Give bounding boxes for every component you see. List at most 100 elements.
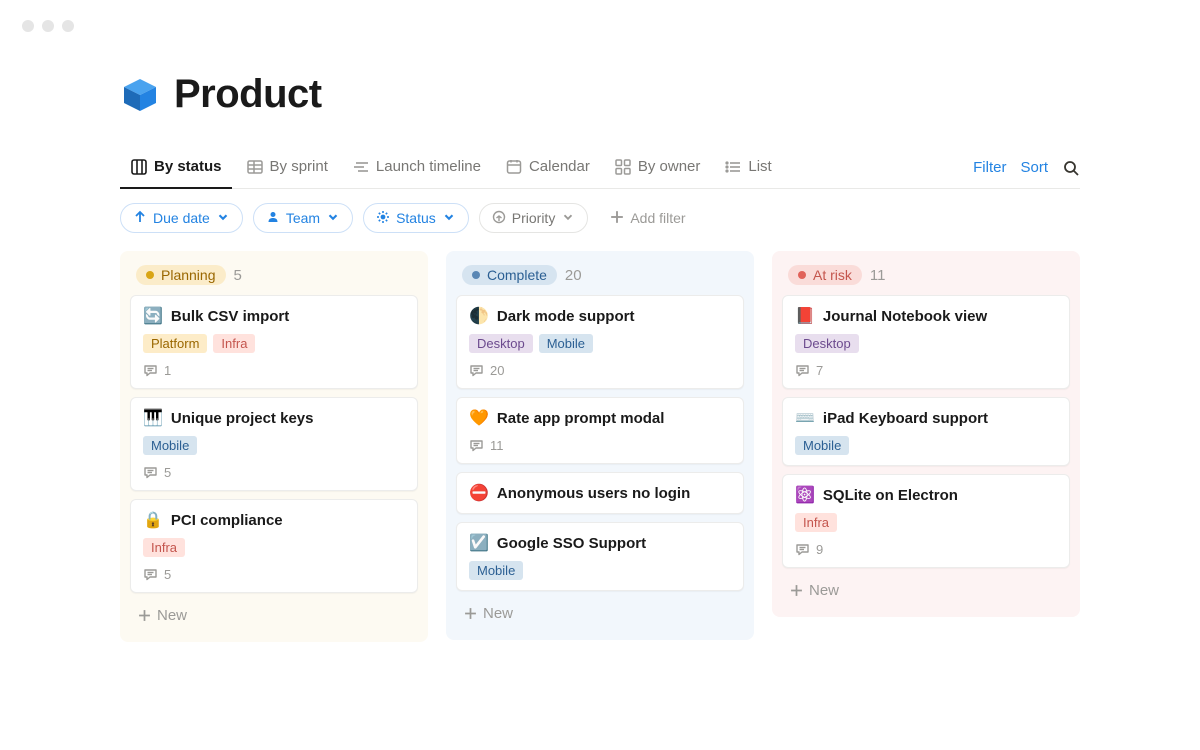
list-icon xyxy=(724,158,742,176)
filter-chip-status[interactable]: Status xyxy=(363,203,469,233)
tag: Infra xyxy=(213,334,255,353)
view-tab-calendar[interactable]: Calendar xyxy=(495,147,600,189)
views-bar: By status By sprint Launch timeline Cale… xyxy=(120,147,1080,189)
card-icon: 🔒 xyxy=(143,510,163,530)
status-spark-icon xyxy=(376,210,390,227)
card-comments[interactable]: 9 xyxy=(795,542,1057,557)
column-count: 20 xyxy=(565,267,582,284)
card-comments[interactable]: 1 xyxy=(143,363,405,378)
card-icon: 🌓 xyxy=(469,306,489,326)
new-card-button[interactable]: New xyxy=(780,576,1072,605)
card-title: SQLite on Electron xyxy=(823,487,958,504)
filter-chip-label: Status xyxy=(396,210,436,226)
view-tab-label: List xyxy=(748,158,771,175)
board-icon xyxy=(130,158,148,176)
sort-link[interactable]: Sort xyxy=(1020,159,1048,176)
card[interactable]: ⚛️SQLite on Electron Infra 9 xyxy=(782,474,1070,568)
column-count: 5 xyxy=(234,267,242,284)
add-filter-button[interactable]: Add filter xyxy=(598,203,697,233)
card-title: iPad Keyboard support xyxy=(823,410,988,427)
calendar-icon xyxy=(505,158,523,176)
tag: Mobile xyxy=(539,334,593,353)
card-icon: ⛔ xyxy=(469,483,489,503)
search-icon[interactable] xyxy=(1062,159,1080,177)
card[interactable]: 🧡Rate app prompt modal 11 xyxy=(456,397,744,464)
card-comments[interactable]: 20 xyxy=(469,363,731,378)
filter-chip-label: Priority xyxy=(512,210,556,226)
person-icon xyxy=(266,210,280,227)
view-tab-by-owner[interactable]: By owner xyxy=(604,147,711,189)
view-tab-label: By sprint xyxy=(270,158,328,175)
view-tab-launch-timeline[interactable]: Launch timeline xyxy=(342,147,491,189)
comment-count: 20 xyxy=(490,363,504,378)
view-tab-label: Calendar xyxy=(529,158,590,175)
view-tab-by-sprint[interactable]: By sprint xyxy=(236,147,338,189)
card[interactable]: ⛔ Anonymous users no login xyxy=(456,472,744,514)
new-card-button[interactable]: New xyxy=(128,601,420,630)
card-comments[interactable]: 5 xyxy=(143,465,405,480)
tag: Mobile xyxy=(469,561,523,580)
kanban-board: Planning 5 🔄Bulk CSV import PlatformInfr… xyxy=(120,251,1080,642)
chevron-down-icon xyxy=(561,210,575,227)
card-comments[interactable]: 5 xyxy=(143,567,405,582)
comment-count: 11 xyxy=(490,438,504,453)
column-complete: Complete 20 🌓 Dark mode support Desktop Mo… xyxy=(446,251,754,640)
card-title: Rate app prompt modal xyxy=(497,410,665,427)
view-tab-list[interactable]: List xyxy=(714,147,781,189)
tag: Mobile xyxy=(795,436,849,455)
chevron-down-icon xyxy=(326,210,340,227)
card[interactable]: 🎹Unique project keys Mobile 5 xyxy=(130,397,418,491)
comment-count: 5 xyxy=(164,465,171,480)
card-comments[interactable]: 7 xyxy=(795,363,1057,378)
window-traffic-lights xyxy=(0,0,1200,32)
card[interactable]: ☑️ Google SSO Support Mobile xyxy=(456,522,744,591)
new-card-button[interactable]: New xyxy=(454,599,746,628)
card-icon: 📕 xyxy=(795,306,815,326)
column-count: 11 xyxy=(870,267,886,284)
card-title: Journal Notebook view xyxy=(823,308,987,325)
comment-count: 1 xyxy=(164,363,171,378)
view-tab-label: Launch timeline xyxy=(376,158,481,175)
card[interactable]: 🔄Bulk CSV import PlatformInfra 1 xyxy=(130,295,418,389)
tag: Infra xyxy=(795,513,837,532)
arrow-up-icon xyxy=(133,210,147,227)
column-label: At risk xyxy=(813,267,852,283)
filter-chip-team[interactable]: Team xyxy=(253,203,353,233)
filter-row: Due date Team Status Priority Add filter xyxy=(120,189,1080,251)
card-title: Anonymous users no login xyxy=(497,485,690,502)
status-dot-icon xyxy=(146,271,154,279)
column-at-risk: At risk 11 📕Journal Notebook view Deskto… xyxy=(772,251,1080,617)
comment-count: 5 xyxy=(164,567,171,582)
column-status-pill[interactable]: Complete xyxy=(462,265,557,285)
card-title: Google SSO Support xyxy=(497,535,646,552)
new-label: New xyxy=(809,582,839,599)
tag: Platform xyxy=(143,334,207,353)
card-icon: ⌨️ xyxy=(795,408,815,428)
filter-chip-priority[interactable]: Priority xyxy=(479,203,589,233)
card-title: Unique project keys xyxy=(171,410,314,427)
card[interactable]: 🌓 Dark mode support Desktop Mobile 20 xyxy=(456,295,744,389)
column-status-pill[interactable]: Planning xyxy=(136,265,226,285)
comment-count: 9 xyxy=(816,542,823,557)
status-dot-icon xyxy=(472,271,480,279)
tag: Infra xyxy=(143,538,185,557)
card-icon: 🎹 xyxy=(143,408,163,428)
card-title: PCI compliance xyxy=(171,512,283,529)
card-comments[interactable]: 11 xyxy=(469,438,731,453)
card-icon: ☑️ xyxy=(469,533,489,553)
column-status-pill[interactable]: At risk xyxy=(788,265,862,285)
chevron-down-icon xyxy=(216,210,230,227)
card[interactable]: ⌨️ iPad Keyboard support Mobile xyxy=(782,397,1070,466)
column-planning: Planning 5 🔄Bulk CSV import PlatformInfr… xyxy=(120,251,428,642)
filter-chip-due-date[interactable]: Due date xyxy=(120,203,243,233)
filter-link[interactable]: Filter xyxy=(973,159,1006,176)
card-title: Bulk CSV import xyxy=(171,308,289,325)
page-title[interactable]: Product xyxy=(174,72,322,117)
view-tab-by-status[interactable]: By status xyxy=(120,147,232,189)
card[interactable]: 📕Journal Notebook view Desktop 7 xyxy=(782,295,1070,389)
card[interactable]: 🔒 PCI compliance Infra 5 xyxy=(130,499,418,593)
card-title: Dark mode support xyxy=(497,308,635,325)
new-label: New xyxy=(157,607,187,624)
view-tab-label: By owner xyxy=(638,158,701,175)
tag: Desktop xyxy=(469,334,533,353)
